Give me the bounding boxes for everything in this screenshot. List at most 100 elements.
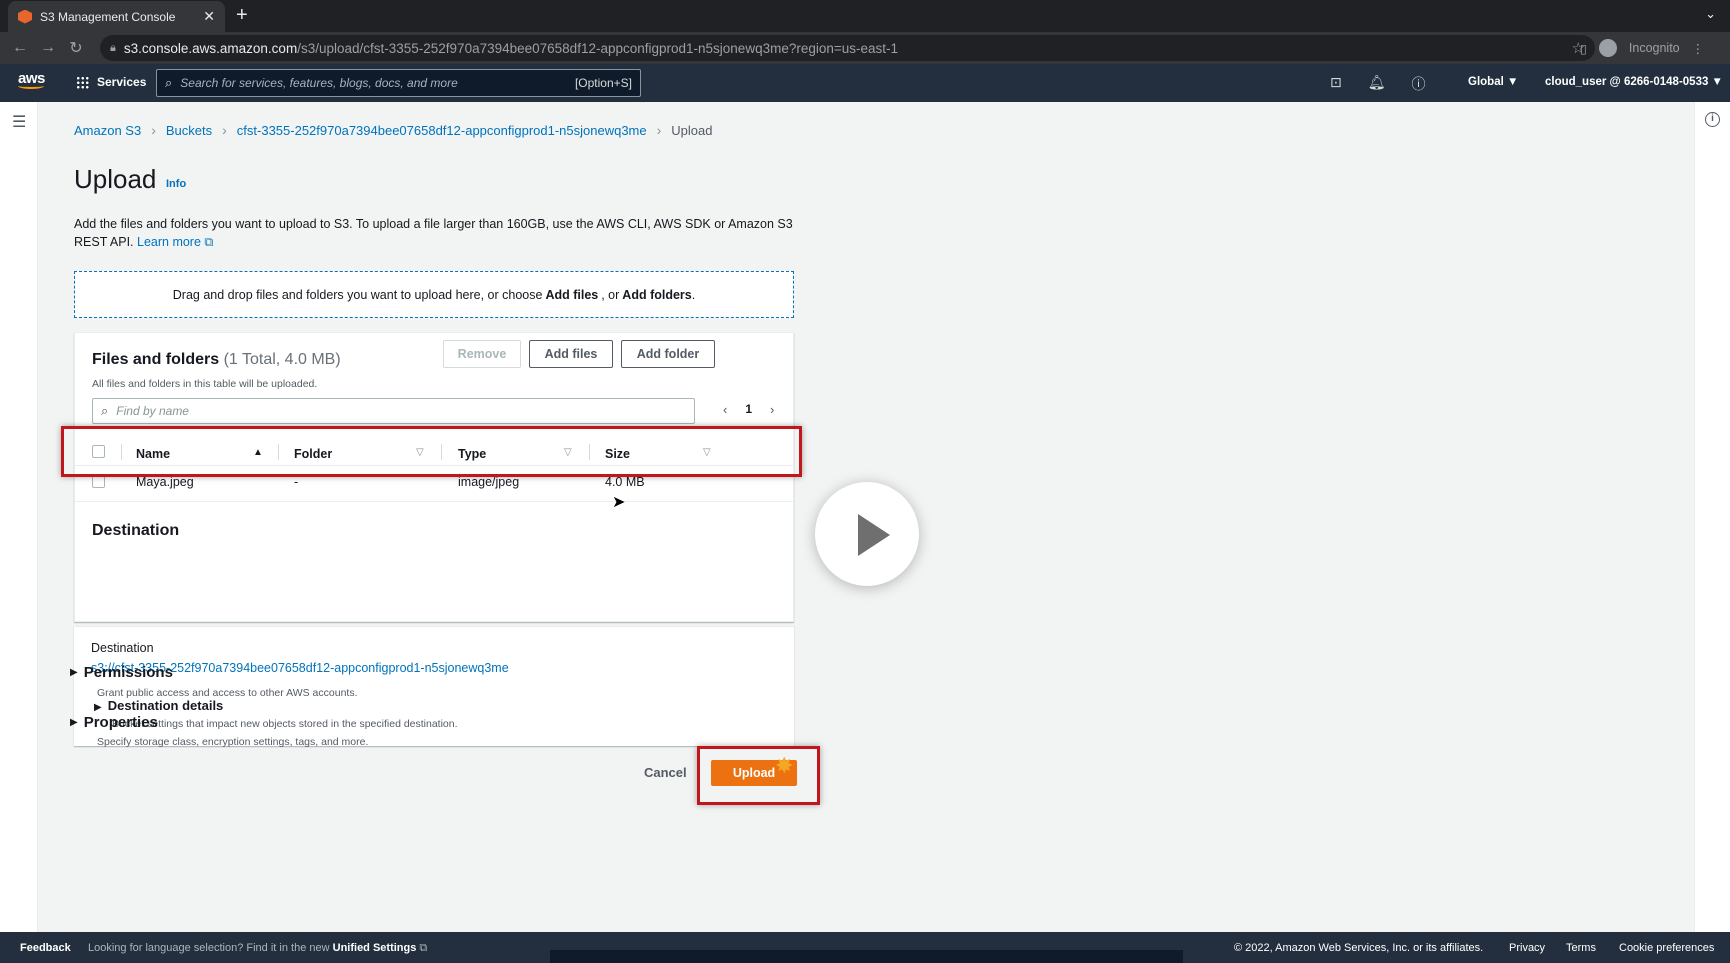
upload-dropzone[interactable]: Drag and drop files and folders you want… <box>74 271 794 318</box>
services-menu-button[interactable]: Services <box>76 75 146 89</box>
next-page-icon[interactable]: › <box>770 402 774 417</box>
grid-icon <box>76 75 89 89</box>
browser-tab-bar: S3 Management Console ✕ + ⌄ <box>0 0 1730 32</box>
add-folder-button[interactable]: Add folder <box>621 340 715 368</box>
page-number[interactable]: 1 <box>745 402 752 417</box>
url-path: /s3/upload/cfst-3355-252f970a7394bee0765… <box>297 40 899 56</box>
page-title: Upload <box>74 164 157 194</box>
tab-search-chevron-icon[interactable]: ⌄ <box>1705 6 1716 22</box>
files-count: (1 Total, 4.0 MB) <box>223 351 341 368</box>
browser-tab[interactable]: S3 Management Console ✕ <box>8 1 225 32</box>
destination-heading: Destination <box>92 522 180 539</box>
cell-folder: - <box>294 475 299 489</box>
language-notice: Looking for language selection? Find it … <box>88 942 428 954</box>
incognito-label: Incognito <box>1628 41 1680 55</box>
video-play-button[interactable] <box>815 482 919 586</box>
files-and-folders-panel: Files and folders (1 Total, 4.0 MB) All … <box>74 332 794 622</box>
help-icon[interactable]: ⓘ <box>1412 74 1426 94</box>
breadcrumb-bucket[interactable]: cfst-3355-252f970a7394bee07658df12-appco… <box>237 123 647 138</box>
click-sparkle-icon: ✸ <box>775 753 794 778</box>
cell-size: 4.0 MB <box>605 475 645 489</box>
permissions-toggle[interactable]: ▶ Permissions <box>70 664 173 681</box>
external-link-icon: ⧉ <box>419 942 428 954</box>
prev-page-icon[interactable]: ‹ <box>723 402 727 417</box>
destination-label: Destination <box>91 641 154 655</box>
aws-logo[interactable]: aws <box>18 70 45 89</box>
cloudshell-icon[interactable]: ⊡ <box>1330 74 1342 94</box>
dropzone-add-files: Add files <box>545 287 599 302</box>
side-panel-icon[interactable]: ▯ <box>1580 41 1587 56</box>
address-bar[interactable]: 🔒︎ s3.console.aws.amazon.com/s3/upload/c… <box>100 35 1595 61</box>
forward-arrow-icon[interactable]: → <box>34 39 62 57</box>
terms-link[interactable]: Terms <box>1566 942 1596 954</box>
video-progress-bar <box>550 950 1183 963</box>
breadcrumb-current: Upload <box>671 122 713 138</box>
cell-name: Maya.jpeg <box>136 475 194 489</box>
back-arrow-icon[interactable]: ← <box>6 39 34 57</box>
search-icon: ⌕ <box>165 75 173 90</box>
info-link[interactable]: Info <box>166 178 186 190</box>
right-rail: i <box>1694 102 1730 932</box>
cancel-button[interactable]: Cancel <box>644 765 687 780</box>
chevron-right-icon: › <box>151 122 156 138</box>
account-menu[interactable]: cloud_user @ 6266-0148-0533 ▼ <box>1545 76 1723 88</box>
play-icon <box>858 514 890 556</box>
find-by-name-input[interactable]: ⌕ Find by name <box>92 398 695 424</box>
add-files-button[interactable]: Add files <box>529 340 613 368</box>
destination-details-toggle[interactable]: ▶ Destination details <box>94 698 223 713</box>
chevron-right-icon: › <box>222 122 227 138</box>
dropzone-or: , or <box>601 287 620 302</box>
search-shortcut: [Option+S] <box>574 76 632 90</box>
upload-highlight-box <box>697 746 820 805</box>
caret-right-icon: ▶ <box>70 667 78 678</box>
destination-details-sub: Bucket settings that impact new objects … <box>112 718 458 730</box>
external-link-icon: ⧉ <box>204 235 214 249</box>
dropzone-add-folders: Add folders <box>622 287 692 302</box>
properties-toggle[interactable]: ▶ Properties <box>70 714 158 731</box>
browser-menu-icon[interactable]: ⋮ <box>1692 41 1705 56</box>
destination-panel: Destination s3://cfst-3355-252f970a7394b… <box>74 626 794 746</box>
search-icon: ⌕ <box>101 403 109 418</box>
caret-right-icon: ▶ <box>94 702 102 713</box>
caret-right-icon: ▶ <box>70 717 78 728</box>
notifications-bell-icon[interactable]: 🔔︎ <box>1368 74 1386 94</box>
browser-toolbar: ← → ↻ 🔒︎ s3.console.aws.amazon.com/s3/up… <box>0 32 1730 64</box>
breadcrumb: Amazon S3 › Buckets › cfst-3355-252f970a… <box>74 122 713 138</box>
destination-header-section: Destination <box>75 501 793 621</box>
nav-icon-group: ⊡ 🔔︎ ⓘ <box>1330 74 1426 94</box>
breadcrumb-buckets[interactable]: Buckets <box>166 123 212 138</box>
learn-more-link[interactable]: Learn more ⧉ <box>137 235 213 249</box>
new-tab-button[interactable]: + <box>236 4 248 27</box>
info-panel-icon[interactable]: i <box>1705 112 1720 127</box>
chevron-right-icon: › <box>656 122 662 138</box>
page-description: Add the files and folders you want to up… <box>74 215 804 251</box>
dropzone-text: Drag and drop files and folders you want… <box>172 287 543 302</box>
find-placeholder: Find by name <box>116 404 189 418</box>
files-subtitle: All files and folders in this table will… <box>92 378 318 390</box>
privacy-link[interactable]: Privacy <box>1509 942 1545 954</box>
unified-settings-link[interactable]: Unified Settings <box>333 942 417 954</box>
search-placeholder: Search for services, features, blogs, do… <box>180 76 458 90</box>
reload-icon[interactable]: ↻ <box>62 38 90 58</box>
remove-button[interactable]: Remove <box>443 340 521 368</box>
row-highlight-box <box>61 426 802 477</box>
footer: Feedback Looking for language selection?… <box>0 932 1730 963</box>
s3-favicon-icon <box>18 9 32 24</box>
cookie-preferences-link[interactable]: Cookie preferences <box>1619 942 1714 954</box>
cell-type: image/jpeg <box>458 475 520 489</box>
feedback-link[interactable]: Feedback <box>20 942 71 954</box>
properties-sub: Specify storage class, encryption settin… <box>97 736 369 748</box>
aws-top-nav: aws Services ⌕ Search for services, feat… <box>0 64 1730 102</box>
incognito-avatar-icon[interactable] <box>1598 39 1617 57</box>
aws-search-input[interactable]: ⌕ Search for services, features, blogs, … <box>156 69 641 97</box>
region-selector[interactable]: Global ▼ <box>1468 76 1518 88</box>
main-content: Amazon S3 › Buckets › cfst-3355-252f970a… <box>38 102 1694 932</box>
breadcrumb-amazon-s3[interactable]: Amazon S3 <box>74 123 141 138</box>
copyright: © 2022, Amazon Web Services, Inc. or its… <box>1234 942 1484 954</box>
close-tab-icon[interactable]: ✕ <box>203 8 215 25</box>
mouse-pointer-icon: ➤ <box>612 494 626 511</box>
tab-title: S3 Management Console <box>40 9 176 24</box>
hamburger-menu-icon[interactable]: ☰ <box>12 112 26 132</box>
browser-profile-area: ▯ Incognito ⋮ <box>1580 32 1704 64</box>
lock-icon: 🔒︎ <box>110 41 116 54</box>
